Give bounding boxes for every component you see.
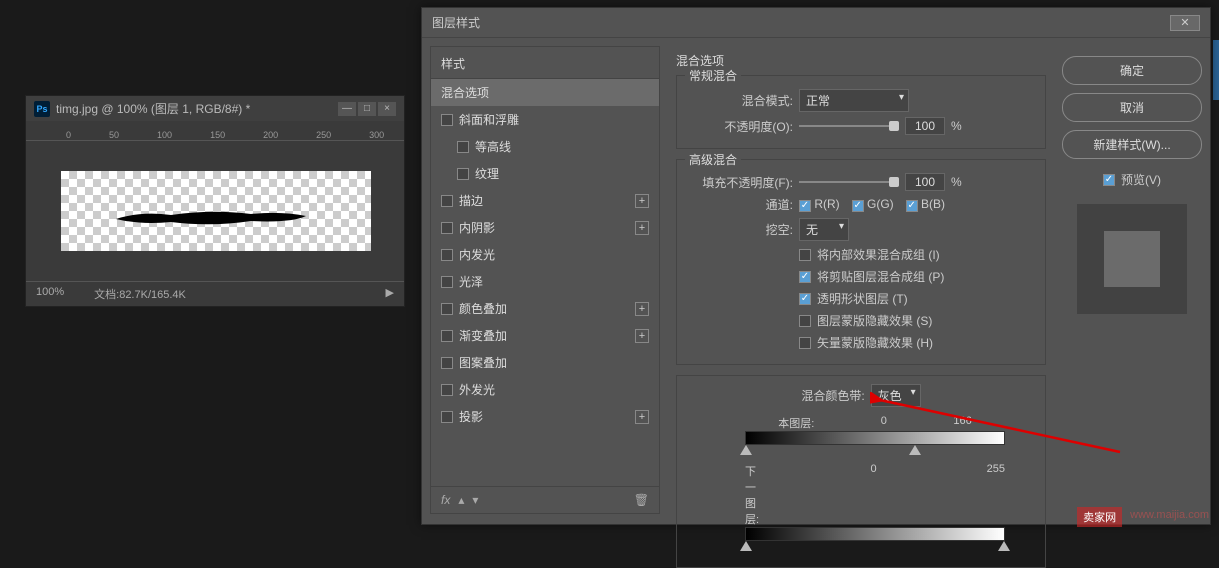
preview-swatch — [1077, 204, 1187, 314]
blend-if-group: 混合颜色带: 灰色 本图层:0166 下一图层:0255 — [676, 375, 1046, 568]
style-pattern-overlay[interactable]: 图案叠加 — [431, 349, 659, 376]
ramp-handle[interactable] — [909, 445, 921, 455]
file-info: 文档:82.7K/165.4K — [94, 286, 186, 302]
maximize-button[interactable]: □ — [358, 102, 376, 116]
ruler: 0 50 100 150 200 250 300 — [26, 121, 404, 141]
vector-mask-hides-checkbox[interactable] — [799, 337, 811, 349]
style-drop-shadow[interactable]: 投影+ — [431, 403, 659, 430]
blend-mode-select[interactable]: 正常 — [799, 89, 909, 112]
underlying-layer-ramp[interactable] — [745, 527, 1005, 541]
layer-style-dialog: 图层样式 ✕ 样式 混合选项 斜面和浮雕 等高线 纹理 描边+ 内阴影+ 内发光… — [421, 7, 1211, 525]
close-button[interactable]: × — [378, 102, 396, 116]
fill-opacity-input[interactable]: 100 — [905, 173, 945, 191]
ramp-handle[interactable] — [740, 541, 752, 551]
knockout-select[interactable]: 无 — [799, 218, 849, 241]
opacity-slider[interactable] — [799, 119, 899, 133]
blend-clipped-checkbox[interactable] — [799, 271, 811, 283]
brush-stroke — [111, 201, 311, 231]
styles-header: 样式 — [431, 47, 659, 79]
style-inner-glow[interactable]: 内发光 — [431, 241, 659, 268]
style-bevel[interactable]: 斜面和浮雕 — [431, 106, 659, 133]
style-contour[interactable]: 等高线 — [431, 133, 659, 160]
channel-b-checkbox[interactable]: B(B) — [906, 197, 945, 212]
plus-icon[interactable]: + — [635, 302, 649, 316]
arrow-down-icon[interactable]: ▾ — [472, 493, 478, 507]
ramp-handle[interactable] — [998, 541, 1010, 551]
advanced-blend-group: 高级混合 填充不透明度(F): 100 % 通道: R(R) G(G) B(B) — [676, 159, 1046, 365]
style-satin[interactable]: 光泽 — [431, 268, 659, 295]
style-outer-glow[interactable]: 外发光 — [431, 376, 659, 403]
plus-icon[interactable]: + — [635, 410, 649, 424]
style-stroke[interactable]: 描边+ — [431, 187, 659, 214]
plus-icon[interactable]: + — [635, 221, 649, 235]
window-controls: — □ × — [338, 102, 396, 116]
fill-opacity-slider[interactable] — [799, 175, 899, 189]
minimize-button[interactable]: — — [338, 102, 356, 116]
dialog-buttons: 确定 取消 新建样式(W)... 预览(V) — [1062, 46, 1202, 514]
ps-icon: Ps — [34, 101, 50, 117]
style-texture[interactable]: 纹理 — [431, 160, 659, 187]
app-right-tab[interactable] — [1213, 40, 1219, 100]
style-blending-options[interactable]: 混合选项 — [431, 79, 659, 106]
document-titlebar: Ps timg.jpg @ 100% (图层 1, RGB/8#) * — □ … — [26, 96, 404, 121]
this-layer-ramp[interactable] — [745, 431, 1005, 445]
channel-r-checkbox[interactable]: R(R) — [799, 197, 840, 212]
fx-icon[interactable]: fx — [441, 493, 450, 507]
trash-icon[interactable]: 🗑 — [634, 493, 649, 507]
styles-list: 混合选项 斜面和浮雕 等高线 纹理 描边+ 内阴影+ 内发光 光泽 颜色叠加+ … — [431, 79, 659, 486]
layer-mask-hides-checkbox[interactable] — [799, 315, 811, 327]
style-inner-shadow[interactable]: 内阴影+ — [431, 214, 659, 241]
status-bar: 100% 文档:82.7K/165.4K ▶ — [26, 281, 404, 306]
canvas — [61, 171, 371, 251]
close-icon[interactable]: ✕ — [1170, 15, 1200, 31]
channel-g-checkbox[interactable]: G(G) — [852, 197, 894, 212]
style-gradient-overlay[interactable]: 渐变叠加+ — [431, 322, 659, 349]
styles-panel: 样式 混合选项 斜面和浮雕 等高线 纹理 描边+ 内阴影+ 内发光 光泽 颜色叠… — [430, 46, 660, 514]
cancel-button[interactable]: 取消 — [1062, 93, 1202, 122]
transparency-shapes-checkbox[interactable] — [799, 293, 811, 305]
document-title: timg.jpg @ 100% (图层 1, RGB/8#) * — [56, 100, 250, 117]
plus-icon[interactable]: + — [635, 194, 649, 208]
blend-interior-checkbox[interactable] — [799, 249, 811, 261]
normal-blend-group: 常规混合 混合模式: 正常 不透明度(O): 100 % — [676, 75, 1046, 149]
arrow-up-icon[interactable]: ▴ — [458, 493, 464, 507]
ramp-handle[interactable] — [740, 445, 752, 455]
new-style-button[interactable]: 新建样式(W)... — [1062, 130, 1202, 159]
zoom-level[interactable]: 100% — [36, 286, 64, 302]
document-window: Ps timg.jpg @ 100% (图层 1, RGB/8#) * — □ … — [25, 95, 405, 307]
styles-footer: fx ▴ ▾ 🗑 — [431, 486, 659, 513]
dialog-titlebar[interactable]: 图层样式 ✕ — [422, 8, 1210, 38]
dialog-title: 图层样式 — [432, 14, 480, 31]
canvas-area[interactable] — [26, 141, 404, 281]
opacity-input[interactable]: 100 — [905, 117, 945, 135]
plus-icon[interactable]: + — [635, 329, 649, 343]
style-color-overlay[interactable]: 颜色叠加+ — [431, 295, 659, 322]
options-panel: 混合选项 常规混合 混合模式: 正常 不透明度(O): 100 % 高级混合 填… — [668, 46, 1054, 514]
ok-button[interactable]: 确定 — [1062, 56, 1202, 85]
watermark: 卖家网www.maijia.com — [1077, 507, 1213, 527]
blend-if-select[interactable]: 灰色 — [871, 384, 921, 407]
preview-checkbox[interactable]: 预览(V) — [1062, 171, 1202, 188]
